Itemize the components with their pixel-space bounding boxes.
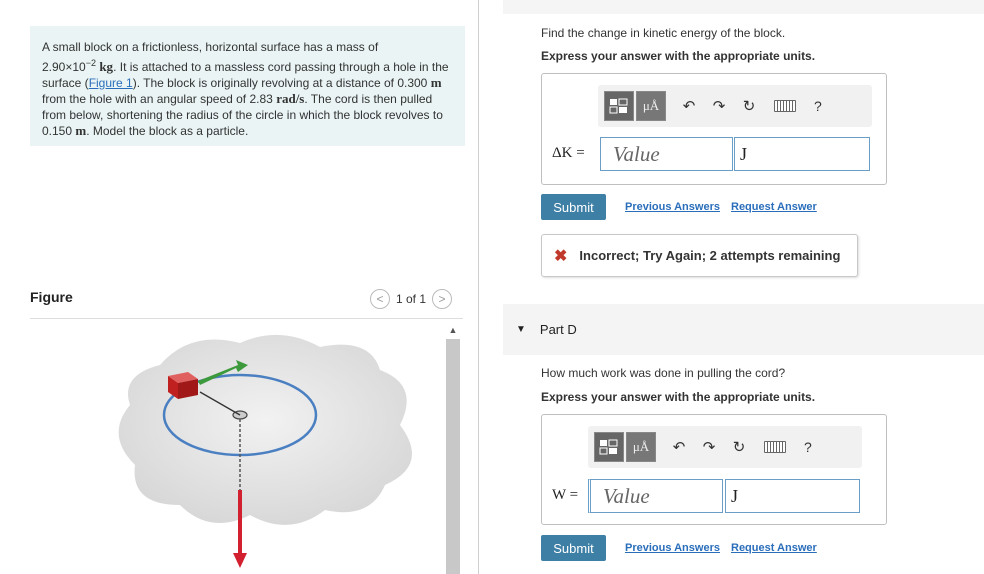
incorrect-icon: ✖ — [554, 247, 568, 265]
problem-intro: A small block on a frictionless, horizon… — [42, 40, 379, 54]
part-d-answer-box: μÅ ↶ ↷ ↻ ? W = Value J — [541, 414, 887, 525]
units-button[interactable]: μÅ — [636, 91, 666, 121]
chevron-right-icon[interactable]: > — [432, 289, 453, 309]
part-d-previous-answers-link[interactable]: Previous Answers — [625, 542, 720, 554]
figure-image — [100, 325, 440, 574]
distance-initial: 0.300 — [397, 76, 428, 90]
part-d-header[interactable]: ▼ Part D — [503, 304, 984, 355]
part-d-question: How much work was done in pulling the co… — [541, 366, 786, 380]
part-d-toolbar: μÅ ↶ ↷ ↻ ? — [588, 426, 862, 468]
undo-icon[interactable]: ↶ — [664, 432, 694, 462]
part-c-feedback: ✖ Incorrect; Try Again; 2 attempts remai… — [541, 234, 858, 277]
scroll-up-icon[interactable]: ▲ — [444, 323, 462, 337]
block-on-surface-illustration — [118, 334, 413, 568]
part-d-request-answer-link[interactable]: Request Answer — [731, 542, 817, 554]
part-d-label: Part D — [539, 322, 577, 337]
help-icon[interactable]: ? — [804, 439, 812, 455]
part-c-value-input[interactable]: Value — [600, 137, 733, 171]
templates-icon — [599, 439, 618, 455]
part-d-unit-input[interactable]: J — [725, 479, 860, 513]
part-c-unit-input[interactable]: J — [734, 137, 870, 171]
feedback-message: Incorrect; Try Again; 2 attempts remaini… — [579, 248, 841, 263]
scroll-thumb[interactable] — [446, 339, 460, 574]
part-c-instruction: Express your answer with the appropriate… — [541, 49, 816, 63]
part-c-request-answer-link[interactable]: Request Answer — [731, 201, 817, 213]
keyboard-icon[interactable] — [764, 441, 786, 453]
reset-icon[interactable]: ↻ — [734, 91, 764, 121]
help-icon[interactable]: ? — [814, 98, 822, 114]
part-c-previous-answers-link[interactable]: Previous Answers — [625, 201, 720, 213]
pull-arrow-head — [233, 553, 247, 568]
mass-exponent: −2 — [85, 58, 96, 68]
part-c-submit-button[interactable]: Submit — [541, 194, 606, 220]
part-c-answer-box: μÅ ↶ ↷ ↻ ? ΔK = Value J — [541, 73, 887, 185]
figure-pager: < 1 of 1 > — [370, 289, 453, 309]
angular-speed: 2.83 — [249, 92, 273, 106]
reset-icon[interactable]: ↻ — [724, 432, 754, 462]
figure-scrollbar[interactable]: ▲ — [444, 323, 462, 574]
pane-divider — [478, 0, 479, 574]
part-d-submit-button[interactable]: Submit — [541, 535, 606, 561]
chevron-left-icon[interactable]: < — [370, 289, 390, 309]
part-c-question: Find the change in kinetic energy of the… — [541, 26, 786, 40]
part-d-equation-label: W = — [552, 487, 579, 503]
part-c-equation-label: ΔK = — [552, 145, 585, 161]
part-c-toolbar: μÅ ↶ ↷ ↻ ? — [598, 85, 872, 127]
mass-value: 2.90×10 — [42, 60, 86, 74]
surface-shape — [118, 334, 413, 525]
templates-button[interactable] — [594, 432, 624, 462]
templates-button[interactable] — [604, 91, 634, 121]
problem-text-2: ). The block is originally revolving at … — [132, 76, 394, 90]
part-d-instruction: Express your answer with the appropriate… — [541, 390, 816, 404]
problem-text-5: . Model the block as a particle. — [86, 124, 249, 138]
figure-divider — [30, 318, 463, 319]
top-strip — [503, 0, 984, 14]
unit-meter: m — [430, 75, 442, 90]
keyboard-icon[interactable] — [774, 100, 796, 112]
problem-text-3: from the hole with an angular speed of — [42, 92, 247, 106]
templates-icon — [609, 98, 628, 114]
redo-icon[interactable]: ↷ — [704, 91, 734, 121]
figure-title: Figure — [30, 289, 73, 305]
problem-statement: A small block on a frictionless, horizon… — [30, 26, 465, 146]
figure-link[interactable]: Figure 1 — [89, 76, 133, 90]
redo-icon[interactable]: ↷ — [694, 432, 724, 462]
block-icon — [168, 372, 198, 399]
unit-meter-2: m — [75, 123, 87, 138]
caret-down-icon[interactable]: ▼ — [516, 324, 526, 335]
undo-icon[interactable]: ↶ — [674, 91, 704, 121]
distance-final: 0.150 — [42, 124, 73, 138]
pager-text: 1 of 1 — [396, 292, 427, 306]
angular-speed-unit: rad/s — [276, 91, 305, 106]
mass-unit: kg — [99, 59, 114, 74]
part-d-value-input[interactable]: Value — [588, 479, 723, 513]
units-button[interactable]: μÅ — [626, 432, 656, 462]
